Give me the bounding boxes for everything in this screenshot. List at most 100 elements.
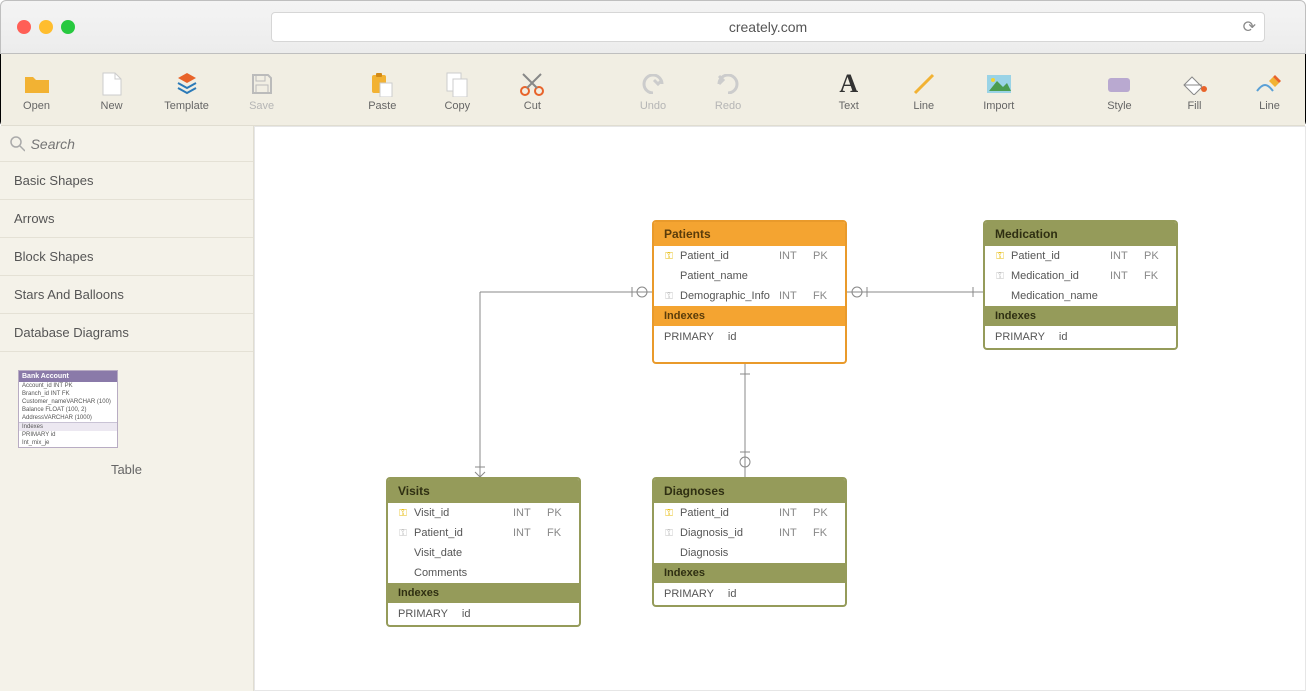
refresh-icon[interactable]: ⟳ xyxy=(1243,17,1256,37)
column-key: PK xyxy=(813,507,835,519)
table-shape-thumb[interactable]: Bank Account Account_id INT PK Branch_id… xyxy=(18,370,118,448)
column-name: Comments xyxy=(414,567,507,579)
new-file-icon xyxy=(101,68,123,100)
indexes-header: Indexes xyxy=(654,563,845,583)
style-button[interactable]: Style xyxy=(1096,68,1143,112)
key-icon: ⚿ xyxy=(398,528,408,539)
column-row: ⚿ Patient_id INT PK xyxy=(654,503,845,523)
sidebar-item-stars-balloons[interactable]: Stars And Balloons xyxy=(0,276,253,314)
column-type: INT xyxy=(779,290,807,302)
key-icon: ⚿ xyxy=(664,251,674,262)
column-key: FK xyxy=(813,290,835,302)
import-icon xyxy=(985,68,1013,100)
template-icon xyxy=(174,68,200,100)
folder-icon xyxy=(23,68,51,100)
key-icon: ⚿ xyxy=(664,508,674,519)
line-style-button[interactable]: Line xyxy=(1246,68,1293,112)
sidebar-item-database-diagrams[interactable]: Database Diagrams xyxy=(0,314,253,352)
fill-icon xyxy=(1180,68,1208,100)
entity-visits[interactable]: Visits ⚿Visit_idINTPK⚿Patient_idINTFKVis… xyxy=(386,477,581,627)
key-icon: ⚿ xyxy=(995,251,1005,262)
search-row xyxy=(0,126,253,162)
column-row: Comments xyxy=(388,563,579,583)
column-key: PK xyxy=(813,250,835,262)
column-row: ⚿ Patient_id INT PK xyxy=(654,246,845,266)
column-type: INT xyxy=(1110,250,1138,262)
entity-medication[interactable]: Medication ⚿ Patient_id INT PK⚿ Medication_i… xyxy=(983,220,1178,350)
index-row: PRIMARYid xyxy=(654,583,845,605)
column-row: Visit_date xyxy=(388,543,579,563)
index-row: PRIMARYid xyxy=(654,326,845,348)
column-type: INT xyxy=(779,507,807,519)
column-row: ⚿Visit_idINTPK xyxy=(388,503,579,523)
sidebar: Basic Shapes Arrows Block Shapes Stars A… xyxy=(0,126,254,691)
line-button[interactable]: Line xyxy=(900,68,947,112)
paste-icon xyxy=(370,68,394,100)
column-row: Diagnosis xyxy=(654,543,845,563)
undo-button[interactable]: Undo xyxy=(630,68,677,112)
import-button[interactable]: Import xyxy=(975,68,1022,112)
sidebar-item-basic-shapes[interactable]: Basic Shapes xyxy=(0,162,253,200)
column-name: Patient_id xyxy=(680,250,773,262)
column-row: ⚿Diagnosis_idINTFK xyxy=(654,523,845,543)
column-name: Patient_name xyxy=(680,270,773,282)
column-name: Medication_name xyxy=(1011,290,1104,302)
column-row: ⚿ Demographic_Info INT FK xyxy=(654,286,845,306)
indexes-header: Indexes xyxy=(388,583,579,603)
indexes-header: Indexes xyxy=(654,306,845,326)
save-button[interactable]: Save xyxy=(238,68,285,112)
text-button[interactable]: AText xyxy=(825,68,872,112)
url-bar[interactable]: creately.com ⟳ xyxy=(271,12,1265,42)
close-window-icon[interactable] xyxy=(17,20,31,34)
column-row: Medication_name xyxy=(985,286,1176,306)
fill-button[interactable]: Fill xyxy=(1171,68,1218,112)
column-name: Patient_id xyxy=(680,507,773,519)
table-shape-label: Table xyxy=(18,462,235,477)
style-icon xyxy=(1106,68,1132,100)
entity-header: Medication xyxy=(985,222,1176,246)
column-type: INT xyxy=(779,527,807,539)
paste-button[interactable]: Paste xyxy=(359,68,406,112)
column-row: ⚿Patient_idINTFK xyxy=(388,523,579,543)
column-name: Visit_id xyxy=(414,507,507,519)
copy-button[interactable]: Copy xyxy=(434,68,481,112)
column-row: ⚿ Patient_id INT PK xyxy=(985,246,1176,266)
sidebar-item-arrows[interactable]: Arrows xyxy=(0,200,253,238)
toolbar: Open New Template Save Paste Copy Cut Un… xyxy=(1,54,1305,126)
maximize-window-icon[interactable] xyxy=(61,20,75,34)
column-name: Patient_id xyxy=(414,527,507,539)
diagram-canvas[interactable]: Patients ⚿Patient_idINTPKPatient_name⚿De… xyxy=(254,126,1306,691)
column-row: Patient_name xyxy=(654,266,845,286)
indexes-header: Indexes xyxy=(985,306,1176,326)
shape-palette: Bank Account Account_id INT PK Branch_id… xyxy=(0,352,253,495)
column-name: Medication_id xyxy=(1011,270,1104,282)
column-type: INT xyxy=(779,250,807,262)
index-row: PRIMARYid xyxy=(985,326,1176,348)
column-name: Diagnosis_id xyxy=(680,527,773,539)
redo-button[interactable]: Redo xyxy=(705,68,752,112)
template-button[interactable]: Template xyxy=(163,68,210,112)
search-icon xyxy=(10,136,25,152)
column-row: ⚿Medication_idINTFK xyxy=(985,266,1176,286)
column-type: INT xyxy=(1110,270,1138,282)
column-name: Visit_date xyxy=(414,547,507,559)
column-type: INT xyxy=(513,527,541,539)
search-input[interactable] xyxy=(31,136,243,152)
cut-button[interactable]: Cut xyxy=(509,68,556,112)
key-icon: ⚿ xyxy=(664,291,674,302)
pencil-icon xyxy=(1255,68,1285,100)
open-button[interactable]: Open xyxy=(13,68,60,112)
line-icon xyxy=(911,68,937,100)
column-key: PK xyxy=(1144,250,1166,262)
column-name: Demographic_Info xyxy=(680,290,773,302)
column-name: Patient_id xyxy=(1011,250,1104,262)
column-name: Diagnosis xyxy=(680,547,773,559)
undo-icon xyxy=(640,68,666,100)
entity-patients[interactable]: Patients ⚿Patient_idINTPKPatient_name⚿De… xyxy=(652,220,847,364)
entity-diagnoses[interactable]: Diagnoses ⚿Patient_idINTPK⚿Diagnosis_idI… xyxy=(652,477,847,607)
sidebar-item-block-shapes[interactable]: Block Shapes xyxy=(0,238,253,276)
column-key: FK xyxy=(813,527,835,539)
column-key: FK xyxy=(1144,270,1166,282)
new-button[interactable]: New xyxy=(88,68,135,112)
minimize-window-icon[interactable] xyxy=(39,20,53,34)
